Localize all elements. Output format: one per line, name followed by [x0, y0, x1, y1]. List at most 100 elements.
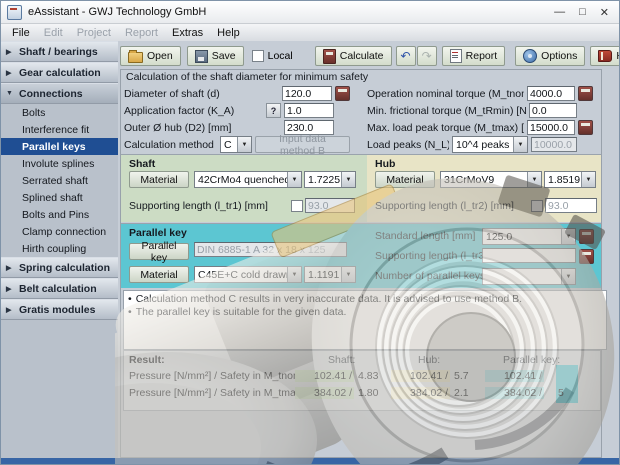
sidebar-item-bolts-and-pins[interactable]: Bolts and Pins	[1, 206, 118, 223]
window-title: eAssistant - GWJ Technology GmbH	[28, 6, 548, 18]
sidebar-item-spring-calculation[interactable]: ▶Spring calculation	[1, 257, 118, 278]
open-folder-icon	[128, 52, 143, 63]
options-label: Options	[541, 50, 577, 62]
panel-caption: Calculation of the shaft diameter for mi…	[126, 71, 368, 83]
calculator-icon[interactable]	[579, 229, 594, 244]
help-book-icon	[598, 50, 612, 62]
shaft-material-select[interactable]: 42CrMo4 quenched and t...▼	[194, 171, 302, 188]
shaft-section-title: Shaft	[129, 158, 155, 170]
number-of-keys-select[interactable]: ▼	[482, 268, 576, 285]
save-floppy-icon	[195, 50, 208, 63]
toolbar: Open Save Local Calculate ↶ ↷ Report Opt…	[120, 45, 620, 67]
result-col-shaft: Shaft:	[328, 354, 355, 366]
calculate-button[interactable]: Calculate	[315, 46, 392, 66]
bullet-icon: •	[128, 293, 132, 306]
sidebar-item-parallel-keys[interactable]: Parallel keys	[1, 138, 118, 155]
result-value: 1.80	[358, 387, 386, 399]
sidebar-item-connections[interactable]: ▼Connections	[1, 83, 118, 104]
field-label: Load peaks (N_L)	[367, 139, 449, 151]
field-label: Supporting length (l_tr3) [mm]	[375, 250, 483, 262]
chevron-right-icon: ▶	[6, 306, 14, 314]
min-frictional-torque-input[interactable]	[529, 103, 577, 118]
undo-button[interactable]: ↶	[396, 46, 416, 66]
main-area: Open Save Local Calculate ↶ ↷ Report Opt…	[118, 41, 619, 464]
maximize-button[interactable]: □	[579, 6, 586, 19]
sidebar-item-gratis-modules[interactable]: ▶ Gratis modules	[1, 299, 118, 320]
sidebar-item-gear-calculation[interactable]: ▶Gear calculation	[1, 62, 118, 83]
shaft-supporting-length-checkbox[interactable]	[291, 200, 303, 212]
undo-icon: ↶	[401, 51, 411, 61]
parallel-key-section-title: Parallel key	[129, 227, 187, 239]
result-value: 102.41 /	[295, 370, 354, 382]
message-box: •Calculation method C results in very in…	[123, 290, 607, 350]
redo-button[interactable]: ↷	[417, 46, 437, 66]
parallel-key-material-select[interactable]: C45E+C cold drawn▼	[194, 266, 302, 283]
sidebar-item-bolts[interactable]: Bolts	[1, 104, 118, 121]
hub-supporting-length-checkbox[interactable]	[531, 200, 543, 212]
shaft-material-number-select[interactable]: 1.7225▼	[304, 171, 356, 188]
minimize-button[interactable]: —	[554, 6, 565, 19]
sidebar-item-label: Gratis modules	[19, 304, 95, 316]
field-label: Max. load peak torque (M_tmax) [Nm]	[367, 122, 524, 134]
sidebar-item-label: Parallel keys	[22, 141, 86, 153]
calculator-icon[interactable]	[578, 86, 593, 101]
parallel-key-section: Parallel key Parallel key Material C45E+…	[121, 223, 601, 288]
open-button[interactable]: Open	[120, 46, 181, 66]
menu-help[interactable]: Help	[210, 26, 247, 40]
local-checkbox[interactable]	[252, 50, 264, 62]
sidebar-item-label: Bolts and Pins	[22, 209, 89, 221]
chevron-down-icon: ▼	[581, 172, 595, 187]
local-label: Local	[268, 50, 293, 62]
redo-icon: ↷	[422, 51, 432, 61]
sidebar-item-involute-splines[interactable]: Involute splines	[1, 155, 118, 172]
menu-file[interactable]: File	[5, 26, 37, 40]
menu-extras[interactable]: Extras	[165, 26, 210, 40]
input-data-method-b-button[interactable]: Input data method B	[255, 136, 350, 153]
field-label: Min. frictional torque (M_tRmin) [Nm]	[367, 105, 526, 117]
calculator-icon[interactable]	[578, 120, 593, 135]
max-load-peak-torque-input[interactable]	[527, 120, 575, 135]
result-row-label: Pressure [N/mm²] / Safety in M_tmax:	[129, 387, 304, 399]
menu-project: Project	[70, 26, 118, 40]
hub-material-select[interactable]: 31CrMoV9▼	[440, 171, 542, 188]
options-button[interactable]: Options	[515, 46, 585, 66]
application-factor-input[interactable]	[284, 103, 334, 118]
sidebar-item-serrated-shaft[interactable]: Serrated shaft	[1, 172, 118, 189]
result-value: 4.83	[358, 370, 386, 382]
calculation-panel: Calculation of the shaft diameter for mi…	[120, 69, 602, 458]
load-peaks-select[interactable]: 10^4 peaks▼	[452, 136, 528, 153]
standard-length-select[interactable]: 125.0▼	[482, 228, 576, 245]
chevron-right-icon: ▶	[6, 285, 14, 293]
close-button[interactable]: ✕	[600, 6, 609, 19]
sidebar-item-shaft-bearings[interactable]: ▶Shaft / bearings	[1, 41, 118, 62]
sidebar-item-clamp-connection[interactable]: Clamp connection	[1, 223, 118, 240]
help-button[interactable]: Help	[590, 46, 620, 66]
save-button[interactable]: Save	[187, 46, 244, 66]
field-label: Calculation method	[124, 139, 217, 151]
app-icon	[7, 5, 22, 20]
sidebar-item-hirth-coupling[interactable]: Hirth coupling	[1, 240, 118, 257]
hub-material-button[interactable]: Material	[375, 171, 435, 188]
shaft-diameter-input[interactable]	[282, 86, 332, 101]
shaft-material-button[interactable]: Material	[129, 171, 189, 188]
parallel-key-button[interactable]: Parallel key	[129, 243, 189, 260]
result-row-label: Pressure [N/mm²] / Safety in M_tnom:	[129, 370, 305, 382]
hub-material-number-select[interactable]: 1.8519▼	[544, 171, 596, 188]
help-label: Help	[616, 50, 620, 62]
calculation-method-select[interactable]: C▼	[220, 136, 252, 153]
calculator-icon[interactable]	[335, 86, 350, 101]
sidebar-item-splined-shaft[interactable]: Splined shaft	[1, 189, 118, 206]
nominal-torque-input[interactable]	[527, 86, 575, 101]
hub-section: Hub Material 31CrMoV9▼ 1.8519▼ Supportin…	[367, 154, 601, 222]
report-button[interactable]: Report	[442, 46, 506, 66]
sidebar-item-belt-calculation[interactable]: ▶Belt calculation	[1, 278, 118, 299]
parallel-key-material-button[interactable]: Material	[129, 266, 189, 283]
parallel-key-material-number-select[interactable]: 1.1191▼	[304, 266, 356, 283]
help-question-button[interactable]: ?	[266, 103, 281, 118]
sidebar-item-interference-fit[interactable]: Interference fit	[1, 121, 118, 138]
message-line: •The parallel key is suitable for the gi…	[128, 306, 602, 319]
calculator-icon[interactable]	[579, 249, 594, 264]
key-supporting-length-field[interactable]	[482, 248, 576, 263]
sidebar-item-label: Serrated shaft	[22, 175, 88, 187]
menu-report: Report	[118, 26, 165, 40]
